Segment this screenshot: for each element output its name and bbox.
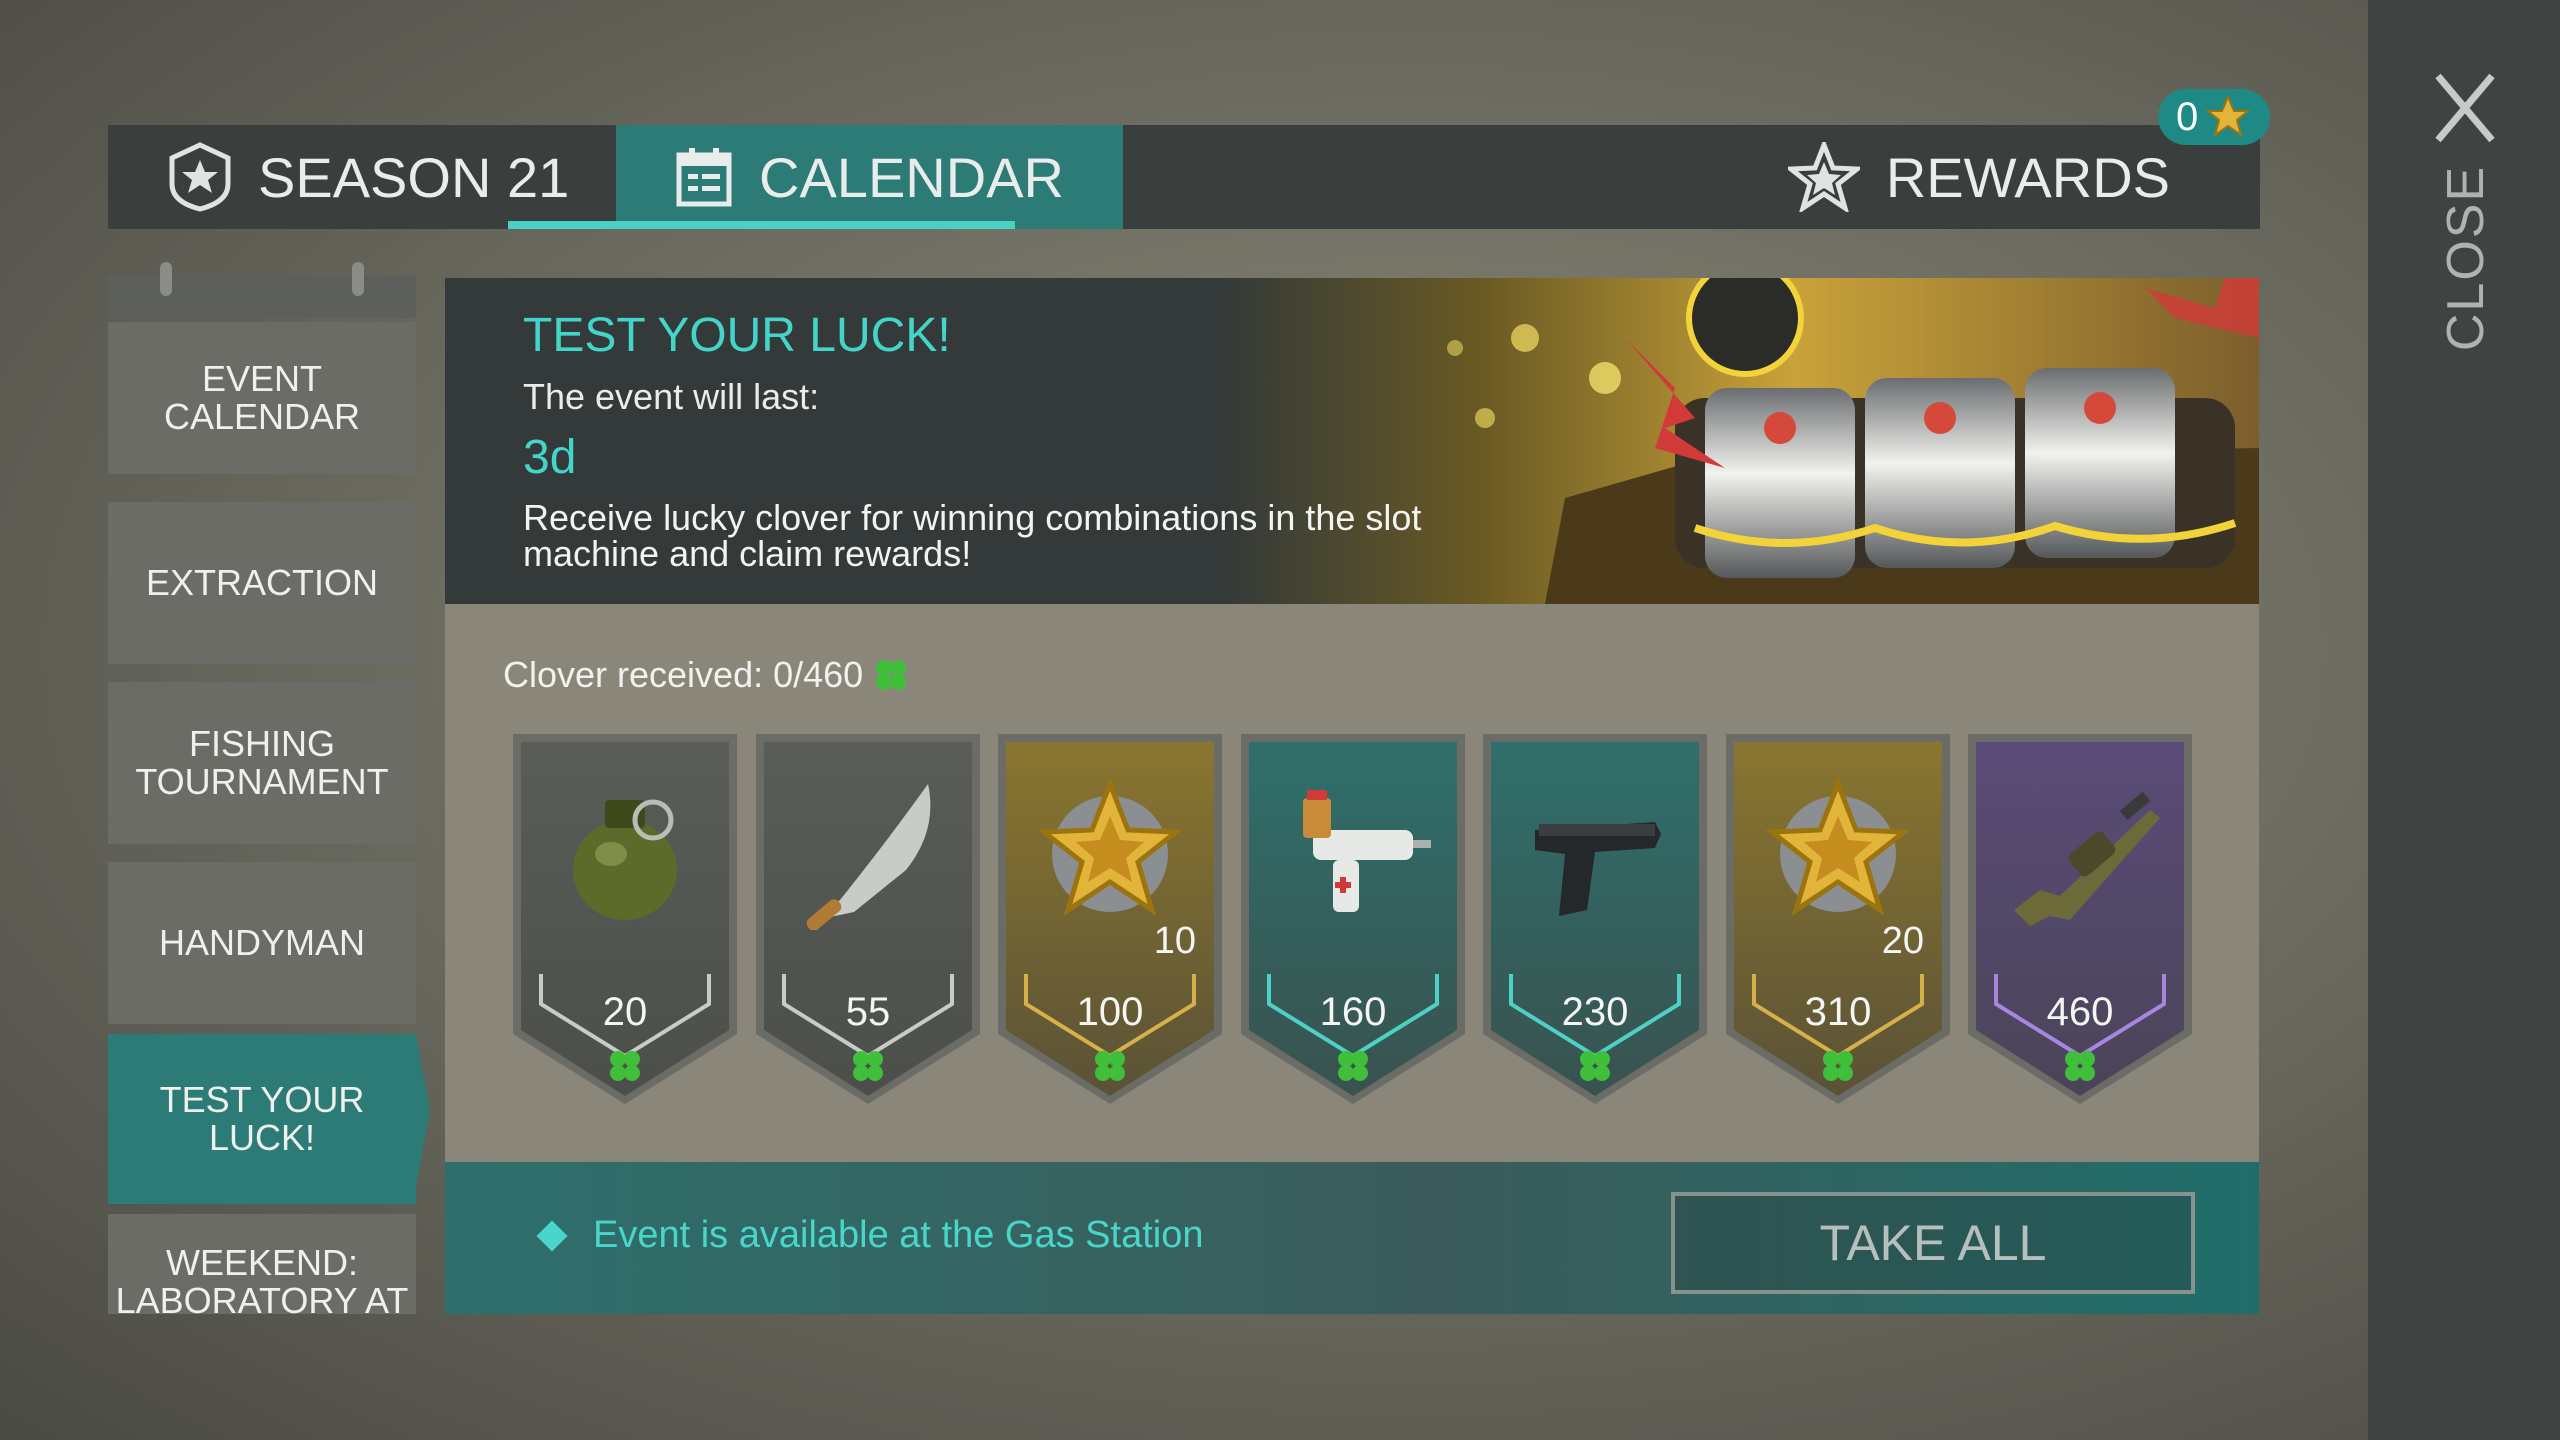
reward-card[interactable]: 160 xyxy=(1241,734,1465,1104)
sidebar-item-label: EXTRACTION xyxy=(145,562,378,603)
season-shield-icon xyxy=(169,142,231,212)
reward-threshold: 310 xyxy=(1804,990,1872,1034)
gold-star-token-icon xyxy=(2206,95,2251,138)
gold-star-token-icon xyxy=(1037,777,1183,916)
reward-card[interactable]: 20 xyxy=(513,734,737,1104)
calendar-icon xyxy=(676,148,732,207)
syringe-gun-icon xyxy=(1303,790,1431,912)
tab-season[interactable]: SEASON 21 xyxy=(168,125,569,229)
pistol-icon xyxy=(1535,822,1661,916)
tab-rewards-label: REWARDS xyxy=(1885,145,2170,209)
reward-threshold: 55 xyxy=(845,990,891,1034)
reward-quantity: 20 xyxy=(1881,920,1924,962)
diamond-icon xyxy=(536,1219,568,1252)
tab-calendar[interactable]: CALENDAR xyxy=(616,125,1123,229)
sidebar-item-label: EVENT CALENDAR xyxy=(163,358,361,437)
sidebar-item-extraction[interactable]: EXTRACTION xyxy=(108,502,416,664)
event-banner: TEST YOUR LUCK! The event will last: 3d … xyxy=(445,278,2259,604)
availability-text: Event is available at the Gas Station xyxy=(593,1214,1204,1256)
clover-icon xyxy=(1338,1051,1368,1081)
reward-card[interactable]: 55 xyxy=(756,734,980,1104)
tab-calendar-label: CALENDAR xyxy=(759,145,1064,209)
reward-card[interactable]: 10 100 xyxy=(998,734,1222,1104)
machete-icon xyxy=(806,784,931,930)
sidebar-peg xyxy=(352,262,364,296)
clover-icon xyxy=(853,1051,883,1081)
event-duration-label: The event will last: xyxy=(523,376,820,417)
reward-card[interactable]: 20 310 xyxy=(1726,734,1950,1104)
tab-season-label: SEASON 21 xyxy=(258,145,570,209)
sidebar-item-label: HANDYMAN xyxy=(158,922,365,963)
sidebar-item-fishing-tournament[interactable]: FISHING TOURNAMENT xyxy=(108,682,416,844)
availability-note: Event is available at the Gas Station xyxy=(536,1214,1204,1257)
star-icon xyxy=(1787,142,1860,212)
rewards-badge: 0 xyxy=(2158,89,2270,145)
close-icon[interactable] xyxy=(2434,72,2496,144)
event-duration: 3d xyxy=(523,431,577,484)
close-button[interactable]: CLOSE xyxy=(2436,165,2496,351)
sidebar-item-weekend-laboratory[interactable]: WEEKEND: LABORATORY AT xyxy=(108,1214,416,1314)
reward-threshold: 160 xyxy=(1319,990,1387,1034)
clover-progress: Clover received: 0/460 xyxy=(503,654,911,696)
sidebar-peg xyxy=(160,262,172,296)
sidebar-top-cap xyxy=(108,276,416,318)
clover-icon xyxy=(610,1051,640,1081)
tab-active-indicator xyxy=(508,221,1015,229)
sidebar-item-handyman[interactable]: HANDYMAN xyxy=(108,862,416,1024)
tab-rewards[interactable]: REWARDS xyxy=(1787,125,2170,229)
sidebar-item-label: TEST YOUR LUCK! xyxy=(159,1079,365,1158)
reward-threshold: 460 xyxy=(2046,990,2114,1034)
reward-threshold: 230 xyxy=(1561,990,1629,1034)
clover-progress-label: Clover received: 0/460 xyxy=(503,654,864,695)
reward-card[interactable]: 230 xyxy=(1483,734,1707,1104)
sidebar-item-test-your-luck[interactable]: TEST YOUR LUCK! xyxy=(108,1034,430,1204)
clover-icon xyxy=(1580,1051,1610,1081)
event-footer: Event is available at the Gas Station TA… xyxy=(445,1162,2259,1314)
top-tab-bar: SEASON 21 CALENDAR REWARDS xyxy=(108,125,2260,229)
event-description: Receive lucky clover for winning combina… xyxy=(523,497,1422,574)
grenade-icon xyxy=(573,799,677,920)
take-all-button[interactable]: TAKE ALL xyxy=(1671,1192,2195,1294)
reward-threshold: 20 xyxy=(602,990,648,1034)
grenade-launcher-icon xyxy=(2014,791,2160,926)
reward-quantity: 10 xyxy=(1153,920,1196,962)
clover-icon xyxy=(1823,1051,1853,1081)
reward-threshold: 100 xyxy=(1076,990,1144,1034)
event-title: TEST YOUR LUCK! xyxy=(523,309,951,362)
clover-icon xyxy=(1095,1051,1125,1081)
sidebar-item-label: FISHING TOURNAMENT xyxy=(135,723,389,802)
gold-star-token-icon xyxy=(1765,777,1911,916)
reward-card[interactable]: 460 xyxy=(1968,734,2192,1104)
sidebar-item-event-calendar[interactable]: EVENT CALENDAR xyxy=(108,322,416,474)
clover-icon xyxy=(2065,1051,2095,1081)
rewards-badge-count: 0 xyxy=(2176,94,2199,139)
clover-icon xyxy=(876,660,907,690)
sidebar-item-label: WEEKEND: LABORATORY AT xyxy=(115,1242,409,1315)
